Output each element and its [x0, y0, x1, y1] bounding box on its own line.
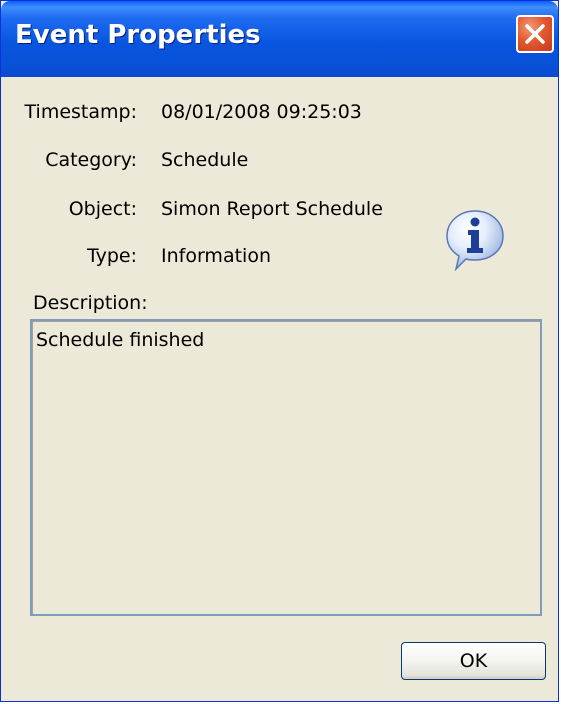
- close-button[interactable]: [516, 15, 554, 53]
- close-icon: [525, 24, 545, 44]
- category-label: Category:: [45, 149, 137, 171]
- object-label: Object:: [68, 198, 137, 220]
- timestamp-value: 08/01/2008 09:25:03: [161, 101, 362, 123]
- description-text: Schedule finished: [36, 329, 205, 351]
- description-box[interactable]: Schedule finished: [30, 319, 542, 616]
- timestamp-label: Timestamp:: [24, 101, 137, 123]
- event-properties-dialog: Event Properties Timestamp: 08/01/2008 0…: [0, 0, 559, 702]
- object-value: Simon Report Schedule: [161, 198, 383, 220]
- title-bar[interactable]: Event Properties: [1, 1, 558, 77]
- information-icon: [444, 208, 506, 272]
- ok-button[interactable]: OK: [401, 642, 546, 680]
- window-title: Event Properties: [15, 20, 261, 50]
- dialog-body: Timestamp: 08/01/2008 09:25:03 Category:…: [4, 77, 555, 699]
- type-value: Information: [161, 245, 271, 267]
- type-label: Type:: [86, 245, 137, 267]
- category-value: Schedule: [161, 149, 249, 171]
- description-label: Description:: [33, 292, 148, 314]
